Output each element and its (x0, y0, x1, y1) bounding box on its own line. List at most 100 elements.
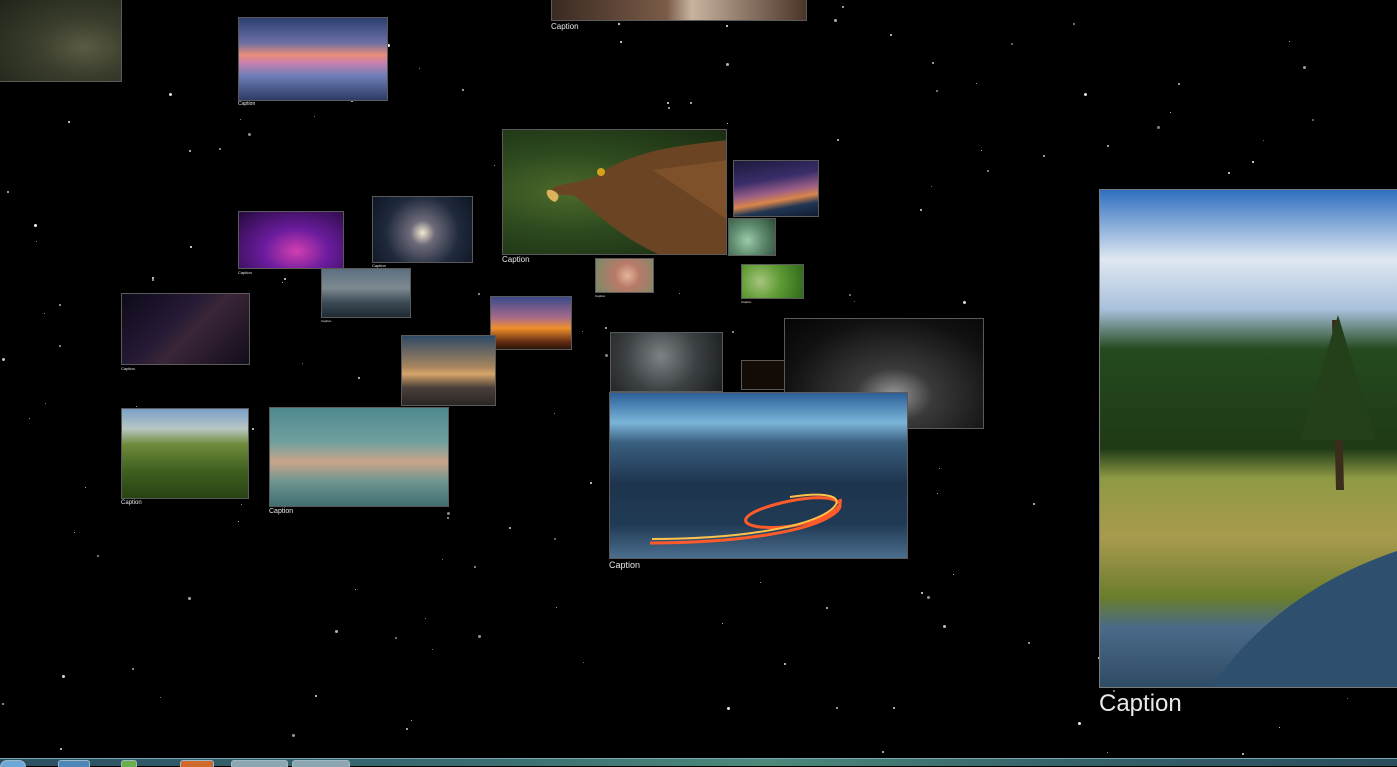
star (893, 707, 895, 709)
star (727, 123, 728, 124)
star (59, 345, 61, 347)
star (282, 282, 283, 283)
star (920, 209, 922, 211)
photo (269, 407, 449, 507)
star (314, 116, 315, 117)
tile-baby[interactable]: Caption (741, 264, 804, 304)
star (987, 170, 989, 172)
photo (741, 264, 804, 299)
star (1242, 753, 1244, 755)
star (432, 649, 433, 650)
photo (1099, 189, 1397, 688)
star (554, 413, 555, 414)
star (152, 277, 154, 279)
tile-caption: Caption (1099, 690, 1182, 717)
star (36, 241, 37, 242)
star (45, 403, 46, 404)
star (927, 596, 930, 599)
star (932, 62, 934, 64)
star (1252, 161, 1254, 163)
star (667, 102, 669, 104)
star (618, 23, 620, 25)
star (1043, 155, 1045, 157)
photo (238, 211, 344, 269)
tile-reader[interactable] (401, 335, 496, 406)
star (2, 703, 4, 705)
star (1170, 112, 1171, 113)
windows-taskbar (0, 758, 1397, 767)
star (849, 294, 851, 296)
star (292, 734, 295, 737)
tile-dj[interactable]: Caption (238, 211, 344, 275)
star (921, 592, 923, 594)
star (2, 358, 5, 361)
star (169, 93, 172, 96)
tile-wheat-sunset[interactable] (490, 296, 572, 350)
tile-waterfall[interactable]: Caption (121, 408, 249, 506)
star (358, 377, 360, 379)
tile-caption: Caption (595, 294, 606, 298)
star (732, 331, 734, 333)
star (395, 637, 397, 639)
star (447, 517, 449, 519)
photo (741, 360, 785, 390)
star (252, 428, 254, 430)
tile-city[interactable]: Caption (321, 268, 411, 323)
tile-galaxy[interactable]: Caption (121, 293, 250, 371)
star (668, 107, 670, 109)
star (605, 354, 608, 357)
star (406, 728, 408, 730)
photo (238, 17, 388, 101)
tile-cactus[interactable] (728, 218, 776, 256)
tile-caption: Caption (238, 101, 256, 107)
tile-girl[interactable]: Caption (595, 258, 654, 298)
star (59, 304, 61, 306)
tile-heart-lights[interactable]: Caption (372, 196, 473, 268)
star (834, 19, 837, 22)
tile-clouds-sky[interactable]: Caption (269, 407, 449, 515)
star (936, 90, 938, 92)
star (60, 748, 62, 750)
photo (321, 268, 411, 318)
star (976, 83, 977, 84)
star (590, 482, 592, 484)
tile-caption: Caption (502, 255, 530, 264)
star (605, 327, 607, 329)
star (1028, 642, 1030, 644)
tile-lake-sunset[interactable]: Caption (238, 17, 388, 107)
star (1011, 43, 1013, 45)
star (1033, 503, 1035, 505)
star (937, 493, 938, 494)
star (248, 133, 251, 136)
star (842, 6, 844, 8)
star (1178, 83, 1180, 85)
star (241, 504, 242, 505)
tile-rings[interactable] (610, 332, 723, 392)
tile-eagle[interactable]: Caption (502, 129, 727, 264)
star (931, 186, 932, 187)
star (335, 630, 338, 633)
tile-meadow-large[interactable]: Caption (1099, 189, 1397, 717)
star (854, 301, 855, 302)
tile-caption: Caption (551, 22, 579, 31)
star (784, 663, 786, 665)
star (136, 406, 137, 407)
photo (551, 0, 807, 21)
star (474, 566, 476, 568)
tile-mountain-road[interactable]: Caption (609, 392, 908, 570)
tile-milkyway-lake[interactable] (733, 160, 819, 217)
tile-small-dark[interactable] (741, 360, 785, 390)
photo (609, 392, 908, 559)
star (462, 89, 464, 91)
star (1279, 727, 1280, 728)
star (1157, 126, 1160, 129)
tile-top-center[interactable]: Caption (551, 0, 807, 31)
light-trail-figure (649, 493, 842, 545)
star (189, 150, 191, 152)
star (981, 150, 982, 151)
star (1347, 698, 1348, 699)
star (726, 25, 728, 27)
tile-cliff[interactable] (0, 0, 122, 82)
star (582, 331, 583, 332)
star (1107, 752, 1108, 753)
